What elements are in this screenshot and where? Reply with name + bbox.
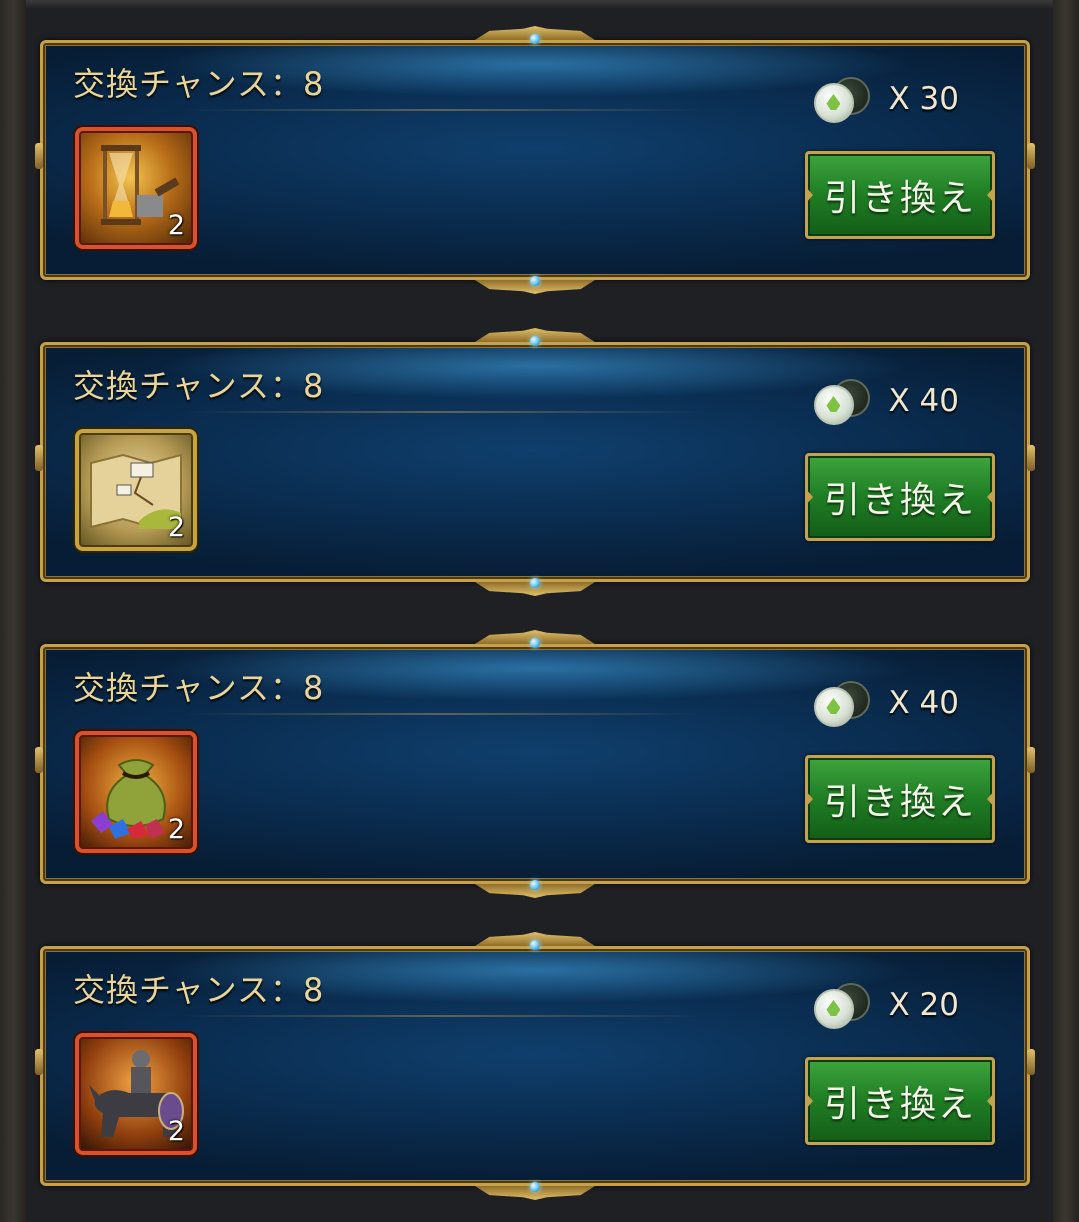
redeem-button[interactable]: 引き換え (805, 453, 995, 541)
frame-stud (1027, 747, 1035, 773)
exchange-chance-label: 交換チャンス：8 (73, 669, 325, 707)
exchange-offer-card: 交換チャンス：8 X 40 2 引き換え (35, 638, 1035, 890)
exchange-offer-card: 交換チャンス：8 X 20 2 引き換え (35, 940, 1035, 1192)
redeem-button[interactable]: 引き換え (805, 755, 995, 843)
gem-ornament-icon (530, 940, 540, 950)
gem-ornament-icon (530, 880, 540, 890)
redeem-button[interactable]: 引き換え (805, 1057, 995, 1145)
cost-display: X 30 (814, 77, 959, 123)
title-divider (183, 411, 703, 413)
gem-bag-icon[interactable]: 2 (75, 731, 197, 853)
coin-icon (814, 379, 872, 425)
item-quantity: 2 (167, 210, 185, 241)
exchange-chance-label: 交換チャンス：8 (73, 971, 325, 1009)
gem-ornament-icon (530, 638, 540, 648)
title-divider (183, 713, 703, 715)
frame-stud (35, 747, 43, 773)
gem-ornament-icon (530, 336, 540, 346)
gem-ornament-icon (530, 578, 540, 588)
cost-display: X 20 (814, 983, 959, 1029)
coin-icon (814, 681, 872, 727)
coin-icon (814, 77, 872, 123)
gem-ornament-icon (530, 1182, 540, 1192)
cost-amount: X 20 (888, 987, 959, 1023)
item-quantity: 2 (167, 512, 185, 543)
frame-stud (1027, 445, 1035, 471)
redeem-button[interactable]: 引き換え (805, 151, 995, 239)
frame-stud (35, 1049, 43, 1075)
cost-display: X 40 (814, 379, 959, 425)
coin-icon (814, 983, 872, 1029)
cost-display: X 40 (814, 681, 959, 727)
hourglass-hammer-icon[interactable]: 2 (75, 127, 197, 249)
cost-amount: X 40 (888, 383, 959, 419)
exchange-offer-list: 交換チャンス：8 X 30 2 引き換え 交換チャンス：8 X 40 2 引き換… (0, 0, 1079, 1222)
gem-ornament-icon (530, 276, 540, 286)
frame-stud (35, 143, 43, 169)
title-divider (183, 1015, 703, 1017)
frame-stud (1027, 143, 1035, 169)
gem-ornament-icon (530, 34, 540, 44)
frame-stud (35, 445, 43, 471)
cost-amount: X 40 (888, 685, 959, 721)
exchange-chance-label: 交換チャンス：8 (73, 367, 325, 405)
title-divider (183, 109, 703, 111)
item-quantity: 2 (167, 814, 185, 845)
exchange-chance-label: 交換チャンス：8 (73, 65, 325, 103)
cavalry-knight-icon[interactable]: 2 (75, 1033, 197, 1155)
frame-stud (1027, 1049, 1035, 1075)
item-quantity: 2 (167, 1116, 185, 1147)
map-icon[interactable]: 2 (75, 429, 197, 551)
exchange-offer-card: 交換チャンス：8 X 40 2 引き換え (35, 336, 1035, 588)
cost-amount: X 30 (888, 81, 959, 117)
exchange-offer-card: 交換チャンス：8 X 30 2 引き換え (35, 34, 1035, 286)
